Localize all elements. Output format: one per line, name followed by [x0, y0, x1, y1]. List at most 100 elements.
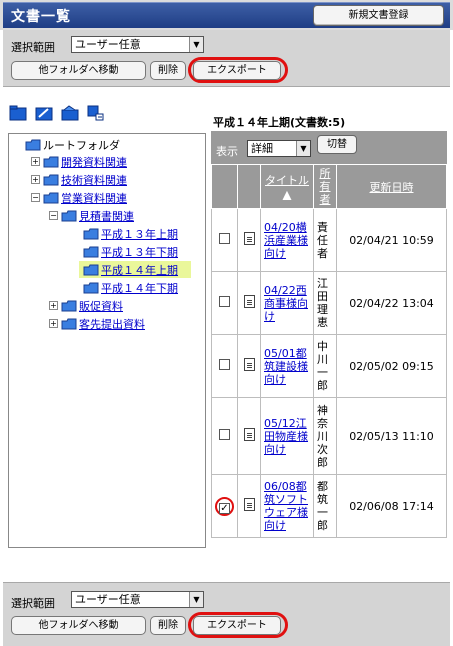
- document-title-link[interactable]: 06/08都筑ソフトウェア様向け: [264, 480, 310, 532]
- folder-icon: [83, 264, 99, 275]
- tree-item-h13-second[interactable]: 平成１３年下期: [83, 243, 178, 260]
- document-title-link[interactable]: 05/12江田物産様向け: [264, 417, 310, 456]
- delete-button[interactable]: 削除: [150, 61, 186, 80]
- updated-date: 02/06/08 17:14: [336, 474, 447, 538]
- scope-label: 選択範囲: [11, 41, 55, 54]
- scope-select[interactable]: ユーザー任意 ▼: [71, 591, 204, 608]
- folder-icon: [43, 174, 59, 185]
- header-title[interactable]: タイトル ▲: [260, 164, 314, 209]
- header-updated[interactable]: 更新日時: [336, 164, 447, 209]
- folder-open-icon[interactable]: [61, 105, 79, 121]
- document-icon: [243, 295, 255, 308]
- switch-view-button[interactable]: 切替: [317, 135, 357, 154]
- title-bar: 文書一覧 新規文書登録: [0, 0, 453, 30]
- document-icon: [243, 428, 255, 441]
- tree-item-label[interactable]: 平成１４年下期: [101, 280, 178, 296]
- page-title: 文書一覧: [11, 9, 71, 25]
- folder-icon: [43, 156, 59, 167]
- tree-item-label[interactable]: 技術資料関連: [61, 172, 127, 188]
- view-bar: 表示 詳細 ▼ 切替: [211, 131, 447, 164]
- move-to-folder-button[interactable]: 他フォルダへ移動: [11, 61, 146, 80]
- tree-item-label[interactable]: 平成１４年上期: [101, 262, 178, 278]
- tree-item-promo[interactable]: + 販促資料: [49, 297, 123, 314]
- table-row[interactable]: ✓ 06/08都筑ソフトウェア様向け 都筑一郎 02/06/08 17:14: [211, 474, 447, 538]
- owner-name: 中川一郎: [317, 340, 328, 392]
- table-row[interactable]: 04/22西商事様向け 江田理恵 02/04/22 13:04: [211, 271, 447, 335]
- folder-icon: [61, 300, 77, 311]
- owner-name: 江田理恵: [317, 277, 328, 329]
- export-button[interactable]: エクスポート: [193, 616, 281, 635]
- view-label: 表示: [216, 145, 238, 158]
- expand-icon[interactable]: +: [49, 319, 58, 328]
- header-icon: [237, 164, 261, 209]
- tree-item-h13-first[interactable]: 平成１３年上期: [83, 225, 178, 242]
- row-checkbox[interactable]: [219, 429, 230, 440]
- document-title-link[interactable]: 04/20横浜産業様向け: [264, 221, 310, 260]
- expand-icon[interactable]: +: [49, 301, 58, 310]
- scope-select[interactable]: ユーザー任意 ▼: [71, 36, 204, 53]
- export-button[interactable]: エクスポート: [193, 61, 281, 80]
- sort-ascending-icon[interactable]: ▲: [283, 188, 291, 201]
- chevron-down-icon: ▼: [296, 141, 310, 156]
- updated-date: 02/05/02 09:15: [336, 334, 447, 398]
- updated-sort-link[interactable]: 更新日時: [370, 181, 414, 194]
- table-row[interactable]: 04/20横浜産業様向け 責任者 02/04/21 10:59: [211, 208, 447, 272]
- row-checkbox[interactable]: ✓: [219, 502, 230, 514]
- tree-item-label[interactable]: 平成１３年上期: [101, 226, 178, 242]
- owner-sort-link[interactable]: 所有者: [319, 167, 331, 206]
- expand-icon[interactable]: +: [31, 157, 40, 166]
- table-header-row: タイトル ▲ 所有者 更新日時: [211, 164, 447, 209]
- owner-name: 責任者: [317, 220, 328, 260]
- checked-highlight: ✓: [215, 496, 234, 516]
- document-icon: [243, 358, 255, 371]
- folder-icon: [83, 228, 99, 239]
- tree-item-h14-second[interactable]: 平成１４年下期: [83, 279, 178, 296]
- collapse-icon[interactable]: −: [49, 211, 58, 220]
- tree-item-dev[interactable]: + 開発資料関連: [31, 153, 127, 170]
- document-table: タイトル ▲ 所有者 更新日時 04/20横浜産業様向け 責任者 02/04/2…: [211, 164, 447, 538]
- chevron-down-icon: ▼: [189, 37, 203, 52]
- tree-root[interactable]: ルートフォルダ: [25, 136, 120, 153]
- document-title-link[interactable]: 05/01都筑建設様向け: [264, 347, 310, 386]
- folder-icon: [83, 282, 99, 293]
- row-checkbox[interactable]: [219, 296, 230, 307]
- tree-item-label[interactable]: 平成１３年下期: [101, 244, 178, 260]
- tree-item-label[interactable]: 見積書関連: [79, 208, 134, 224]
- tree-item-tech[interactable]: + 技術資料関連: [31, 171, 127, 188]
- updated-date: 02/05/13 11:10: [336, 397, 447, 475]
- tree-item-h14-first[interactable]: 平成１４年上期: [79, 261, 191, 278]
- tree-item-label[interactable]: 客先提出資料: [79, 316, 145, 332]
- header-owner[interactable]: 所有者: [313, 164, 337, 209]
- document-title-link[interactable]: 04/22西商事様向け: [264, 284, 310, 323]
- view-select[interactable]: 詳細 ▼: [247, 140, 311, 157]
- folder-edit-icon[interactable]: [35, 105, 53, 121]
- folder-doc-title: 平成１４年上期(文書数:5): [213, 116, 346, 129]
- folder-tree: ルートフォルダ + 開発資料関連 + 技術資料関連 − 営業資料関連 − 見積書…: [8, 133, 206, 548]
- move-to-folder-button[interactable]: 他フォルダへ移動: [11, 616, 146, 635]
- new-document-button[interactable]: 新規文書登録: [313, 5, 444, 26]
- owner-name: 都筑一郎: [317, 480, 328, 532]
- tree-item-label[interactable]: 販促資料: [79, 298, 123, 314]
- folder-open-icon: [61, 210, 77, 221]
- table-row[interactable]: 05/01都筑建設様向け 中川一郎 02/05/02 09:15: [211, 334, 447, 398]
- table-row[interactable]: 05/12江田物産様向け 神奈川次郎 02/05/13 11:10: [211, 397, 447, 475]
- tree-root-label: ルートフォルダ: [43, 138, 120, 152]
- header-check: [211, 164, 238, 209]
- folder-icon[interactable]: [9, 105, 27, 121]
- tree-item-client[interactable]: + 客先提出資料: [49, 315, 145, 332]
- delete-button[interactable]: 削除: [150, 616, 186, 635]
- tree-item-estimates[interactable]: − 見積書関連: [49, 207, 134, 224]
- owner-name: 神奈川次郎: [317, 403, 328, 469]
- tree-item-label[interactable]: 開発資料関連: [61, 154, 127, 170]
- title-sort-link[interactable]: タイトル: [265, 174, 309, 187]
- scope-label: 選択範囲: [11, 597, 55, 610]
- tree-item-sales[interactable]: − 営業資料関連: [31, 189, 127, 206]
- row-checkbox[interactable]: [219, 359, 230, 370]
- folder-move-icon[interactable]: [87, 105, 105, 121]
- expand-icon[interactable]: +: [31, 175, 40, 184]
- updated-date: 02/04/22 13:04: [336, 271, 447, 335]
- tree-item-label[interactable]: 営業資料関連: [61, 190, 127, 206]
- row-checkbox[interactable]: [219, 233, 230, 244]
- document-icon: [243, 232, 255, 245]
- collapse-icon[interactable]: −: [31, 193, 40, 202]
